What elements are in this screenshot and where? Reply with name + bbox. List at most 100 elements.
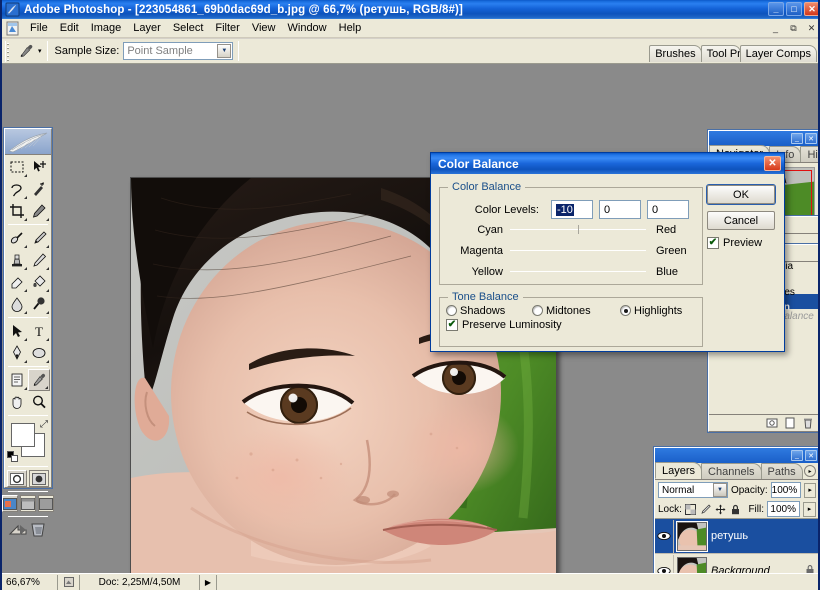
cyan-red-slider-thumb[interactable] <box>565 223 578 238</box>
maximize-button[interactable]: □ <box>786 2 802 16</box>
tool-lasso[interactable] <box>6 178 28 200</box>
tab-layers[interactable]: Layers <box>655 462 703 479</box>
layer-visibility-icon[interactable] <box>655 519 674 553</box>
lock-position-icon[interactable] <box>715 503 727 515</box>
tool-preset-dropdown-arrow[interactable]: ▾ <box>38 47 42 55</box>
menu-item-select[interactable]: Select <box>167 20 210 36</box>
tool-brush[interactable] <box>28 227 50 249</box>
document-minimize-button[interactable]: _ <box>768 21 783 35</box>
tool-clone-stamp[interactable] <box>6 249 28 271</box>
tool-hand[interactable] <box>6 391 28 413</box>
preview-checkbox[interactable]: ✔ Preview <box>707 237 775 249</box>
tool-eyedropper[interactable] <box>28 369 50 391</box>
menu-item-image[interactable]: Image <box>85 20 128 36</box>
lock-all-icon[interactable] <box>730 503 742 515</box>
tool-dodge[interactable] <box>28 293 50 315</box>
well-tab-tool-presets[interactable]: Tool Pr <box>700 45 741 62</box>
fill-value[interactable]: 100% <box>767 501 800 517</box>
yellow-blue-slider[interactable] <box>510 263 646 281</box>
tool-zoom[interactable] <box>28 391 50 413</box>
well-tab-layer-comps[interactable]: Layer Comps <box>739 45 817 62</box>
new-snapshot-icon[interactable] <box>765 416 779 430</box>
opacity-value[interactable]: 100% <box>770 482 802 498</box>
magenta-green-slider-thumb[interactable] <box>572 244 585 259</box>
chevron-down-icon[interactable]: ▼ <box>712 483 727 497</box>
navigator-close-button[interactable]: ✕ <box>805 133 817 144</box>
minimize-button[interactable]: _ <box>768 2 784 16</box>
layers-close-button[interactable]: ✕ <box>805 450 817 461</box>
dialog-title-bar[interactable]: Color Balance ✕ <box>431 153 784 174</box>
document-close-button[interactable]: ✕ <box>804 21 818 35</box>
color-level-input-1[interactable]: -10 <box>551 200 593 219</box>
menu-item-layer[interactable]: Layer <box>127 20 167 36</box>
cancel-button[interactable]: Cancel <box>707 211 775 230</box>
tool-eraser[interactable] <box>6 271 28 293</box>
lock-transparent-icon[interactable] <box>685 503 697 515</box>
tab-channels[interactable]: Channels <box>701 463 762 479</box>
sample-size-select[interactable]: Point Sample ▼ <box>123 42 234 60</box>
document-restore-button[interactable]: ⧉ <box>786 21 801 35</box>
standard-screen-mode-button[interactable] <box>2 495 18 512</box>
quickmask-mode-button[interactable] <box>29 470 49 487</box>
lock-image-icon[interactable] <box>700 503 712 515</box>
tool-blur[interactable] <box>6 293 28 315</box>
menu-item-help[interactable]: Help <box>333 20 368 36</box>
layers-palette-menu-icon[interactable]: ▸ <box>804 465 816 477</box>
yellow-blue-slider-thumb[interactable] <box>572 265 585 280</box>
layer-thumbnail[interactable] <box>676 520 708 552</box>
tool-type[interactable]: T <box>28 320 50 342</box>
fullscreen-mode-button[interactable] <box>38 495 54 512</box>
tab-histogram[interactable]: Histogram <box>800 146 818 162</box>
tool-notes[interactable] <box>6 369 28 391</box>
status-menu-arrow[interactable]: ▶ <box>200 575 216 590</box>
preserve-luminosity-checkbox[interactable]: ✔ Preserve Luminosity <box>440 316 702 331</box>
ok-button[interactable]: OK <box>706 184 776 205</box>
tool-magic-wand[interactable] <box>28 178 50 200</box>
options-bar-gripper[interactable] <box>5 40 12 62</box>
cyan-red-slider[interactable] <box>510 221 646 239</box>
swap-colors-icon[interactable]: ⤢ <box>40 419 48 430</box>
menu-item-filter[interactable]: Filter <box>209 20 245 36</box>
magenta-green-slider[interactable] <box>510 242 646 260</box>
fullscreen-menubar-mode-button[interactable] <box>20 495 36 512</box>
tool-path-selection[interactable] <box>6 320 28 342</box>
radio-shadows[interactable]: Shadows <box>446 305 528 317</box>
tool-move[interactable] <box>28 156 50 178</box>
menu-item-window[interactable]: Window <box>282 20 333 36</box>
menu-item-view[interactable]: View <box>246 20 282 36</box>
navigator-minimize-button[interactable]: _ <box>791 133 803 144</box>
tool-gradient-bucket[interactable] <box>28 271 50 293</box>
well-tab-brushes[interactable]: Brushes <box>649 45 702 62</box>
radio-highlights[interactable]: Highlights <box>620 305 682 317</box>
menu-item-edit[interactable]: Edit <box>54 20 85 36</box>
layers-title-bar[interactable]: _ ✕ <box>655 448 818 463</box>
opacity-stepper[interactable]: ▸ <box>804 482 816 498</box>
toolbox-header[interactable] <box>5 129 51 155</box>
foreground-color-swatch[interactable] <box>11 423 35 447</box>
menu-item-file[interactable]: File <box>24 20 54 36</box>
blend-mode-select[interactable]: Normal ▼ <box>658 482 728 498</box>
fill-stepper[interactable]: ▸ <box>803 501 816 517</box>
layers-minimize-button[interactable]: _ <box>791 450 803 461</box>
delete-icon[interactable] <box>801 416 815 430</box>
standard-mode-button[interactable] <box>7 470 27 487</box>
tool-crop[interactable] <box>6 200 28 222</box>
dialog-close-button[interactable]: ✕ <box>764 156 781 171</box>
eyedropper-icon[interactable] <box>15 41 37 62</box>
tool-history-brush[interactable] <box>28 249 50 271</box>
tool-marquee[interactable] <box>6 156 28 178</box>
color-level-input-3[interactable]: 0 <box>647 200 689 219</box>
tool-healing-brush[interactable] <box>6 227 28 249</box>
new-document-icon[interactable] <box>783 416 797 430</box>
navigator-title-bar[interactable]: _ ✕ <box>709 131 818 146</box>
close-button[interactable]: ✕ <box>804 2 818 16</box>
default-colors-icon[interactable] <box>7 451 18 462</box>
tool-shape[interactable] <box>28 342 50 364</box>
layer-row-retush[interactable]: ретушь <box>655 519 818 554</box>
tab-paths[interactable]: Paths <box>760 463 803 479</box>
chevron-down-icon[interactable]: ▼ <box>217 44 232 58</box>
color-level-input-2[interactable]: 0 <box>599 200 641 219</box>
radio-midtones[interactable]: Midtones <box>532 305 616 317</box>
tool-slice[interactable] <box>28 200 50 222</box>
jump-to-imageready-icon[interactable] <box>8 520 48 543</box>
